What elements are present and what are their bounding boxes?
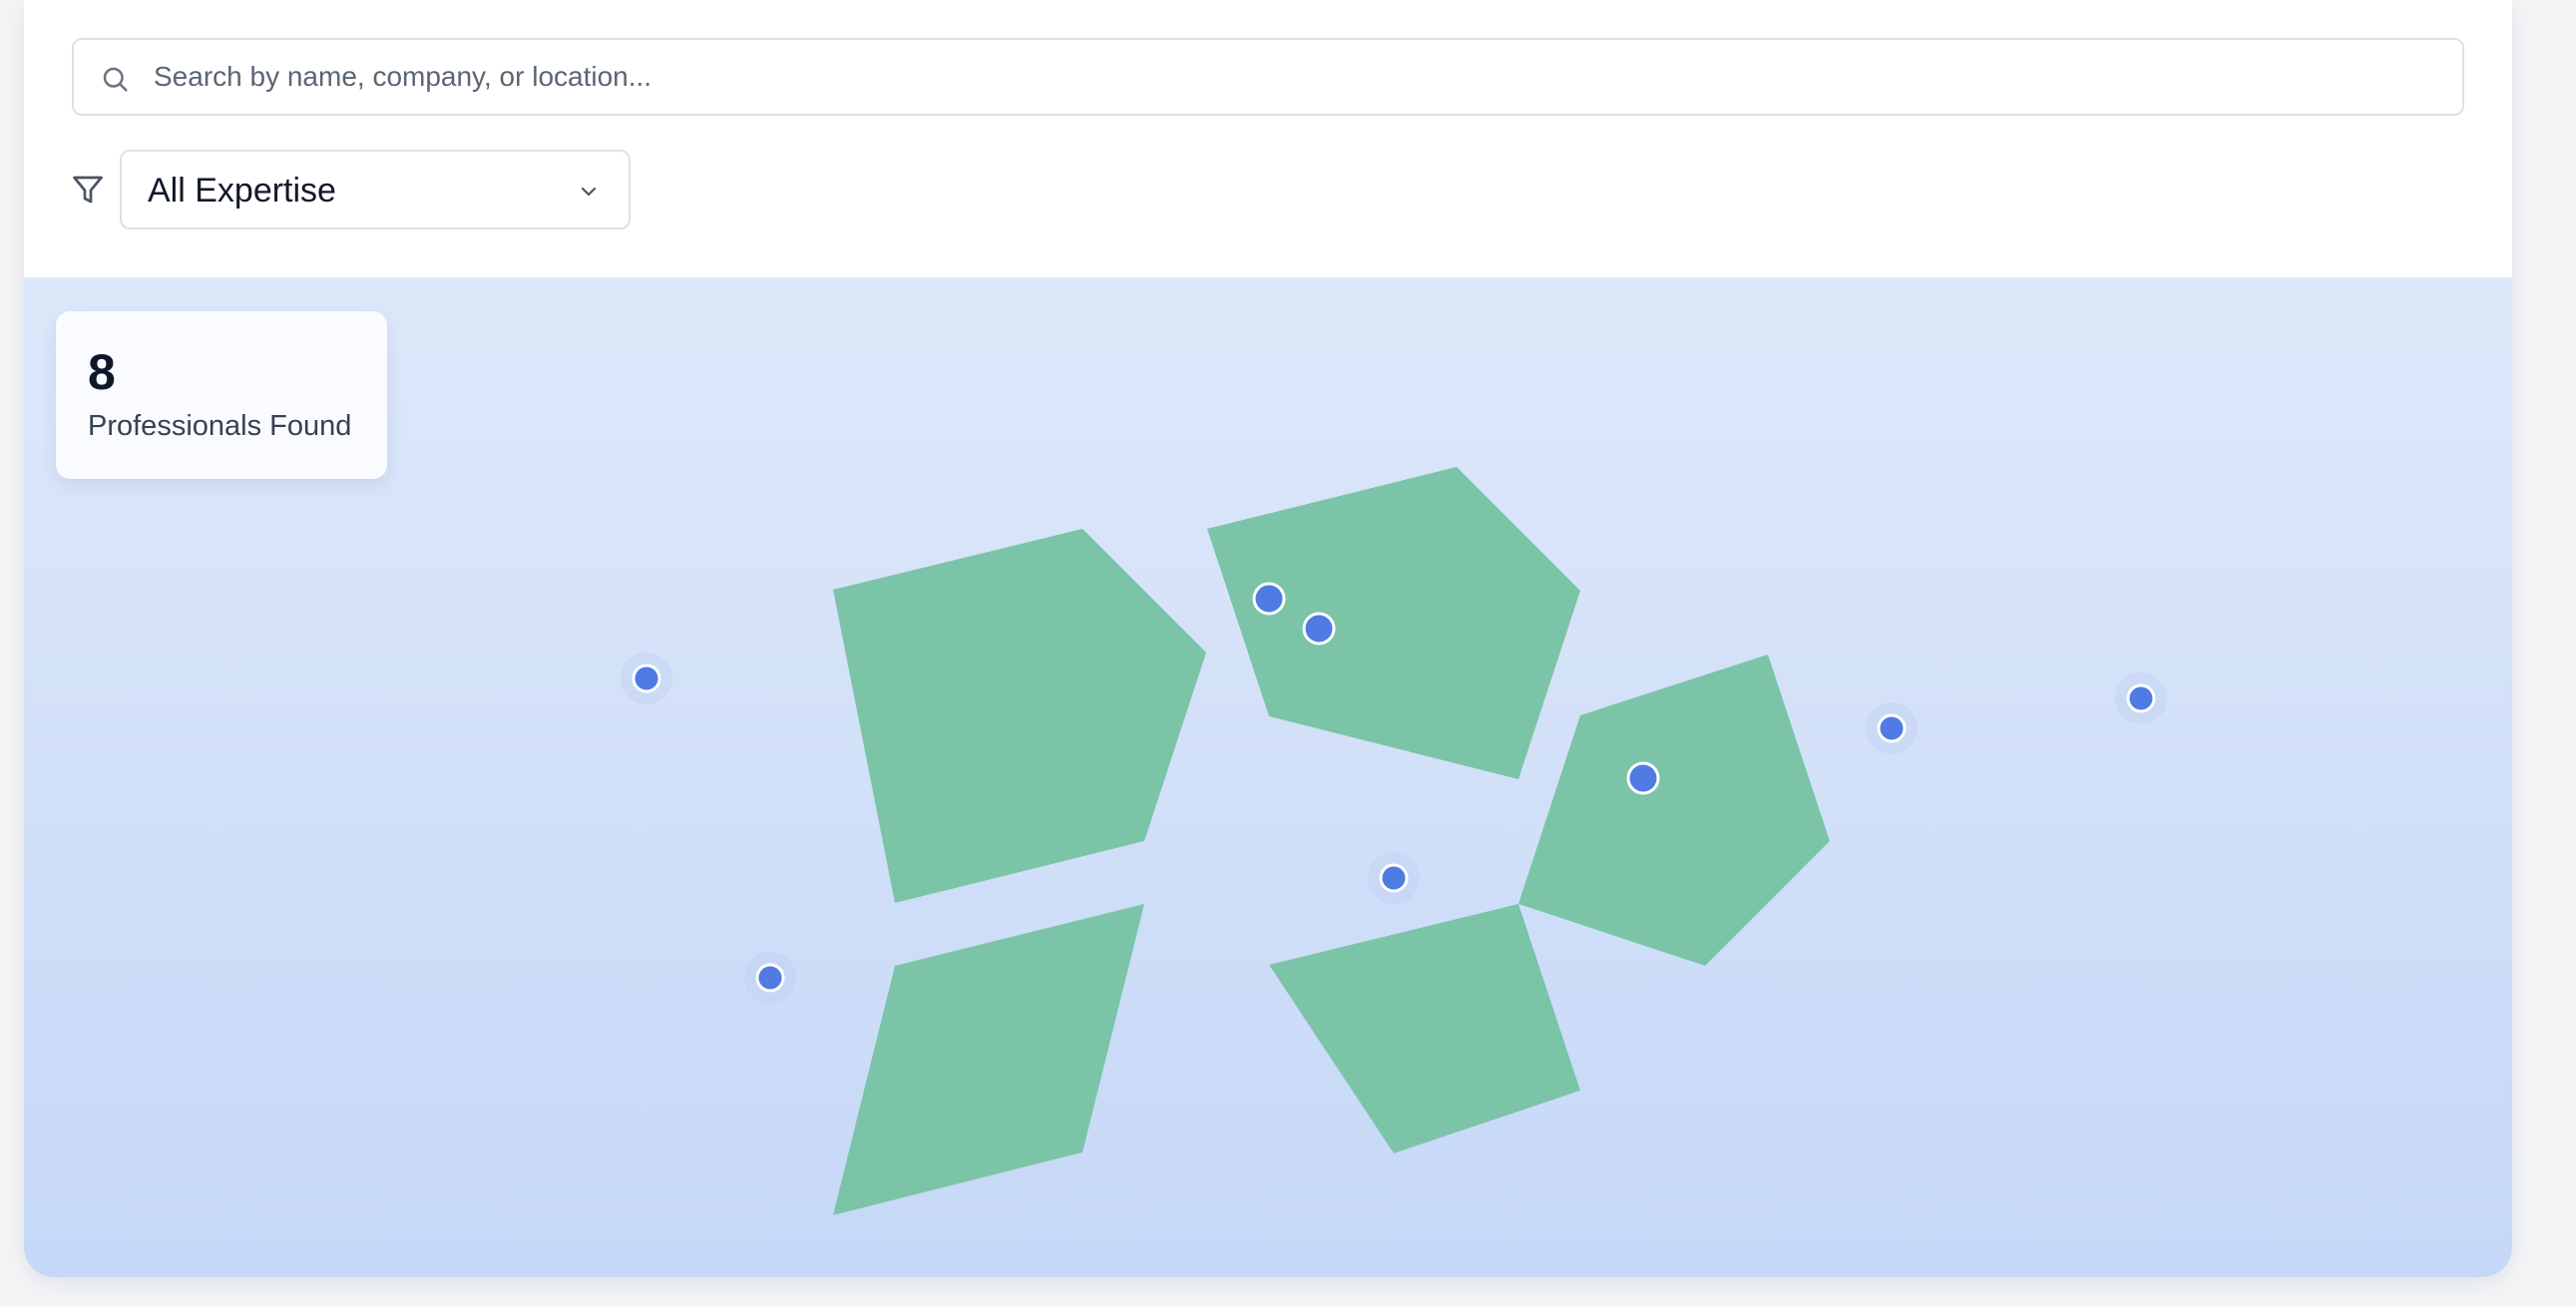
expertise-select-value: All Expertise	[148, 172, 336, 210]
professional-marker[interactable]	[632, 663, 661, 693]
map-region	[1269, 904, 1580, 1153]
professional-marker[interactable]	[1302, 612, 1336, 646]
professional-marker[interactable]	[1379, 863, 1409, 893]
directory-panel: All Expertise	[24, 0, 2512, 1277]
professional-marker[interactable]	[1252, 582, 1286, 616]
search-input[interactable]	[154, 40, 2438, 114]
professional-marker[interactable]	[2126, 683, 2156, 713]
map-region	[1518, 654, 1830, 966]
search-bar[interactable]	[72, 38, 2464, 116]
results-count-label: Professionals Found	[88, 410, 352, 442]
professional-marker[interactable]	[755, 963, 785, 993]
land-regions	[833, 467, 1830, 1215]
professional-marker[interactable]	[1877, 713, 1907, 743]
professional-marker[interactable]	[1626, 761, 1660, 795]
filter-icon	[73, 176, 103, 204]
search-icon	[103, 67, 128, 92]
results-count-card: 8 Professionals Found	[56, 311, 387, 479]
map-region	[833, 904, 1144, 1215]
map-view[interactable]: 8 Professionals Found	[24, 277, 2512, 1277]
results-count: 8	[88, 344, 116, 400]
chevron-down-icon	[581, 187, 597, 197]
map-region	[1207, 467, 1580, 779]
map-region	[833, 529, 1206, 903]
map-canvas[interactable]	[24, 277, 2512, 1277]
expertise-select[interactable]: All Expertise	[120, 150, 631, 229]
